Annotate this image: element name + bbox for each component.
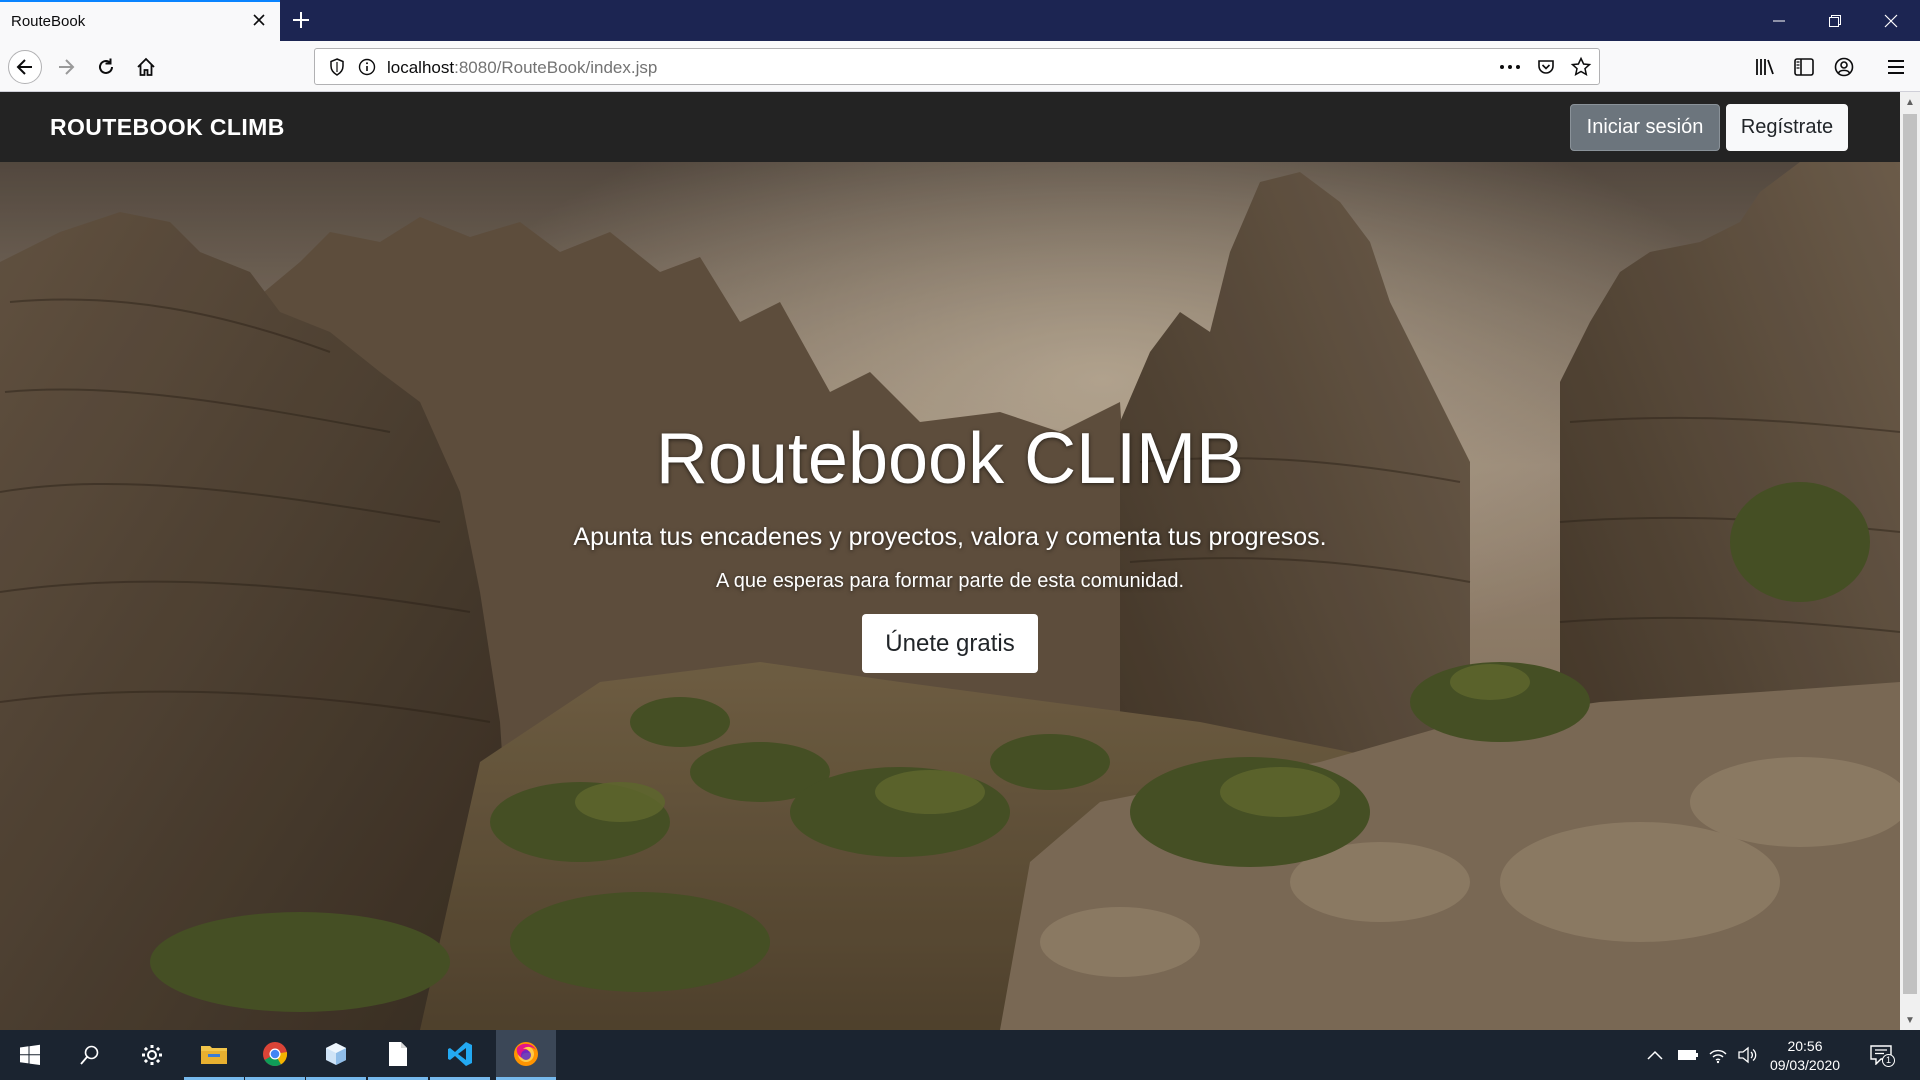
box-app-icon[interactable] <box>306 1030 366 1080</box>
account-icon[interactable] <box>1832 55 1856 79</box>
firefox-icon[interactable] <box>496 1030 556 1080</box>
document-icon[interactable] <box>368 1030 428 1080</box>
browser-toolbar: localhost:8080/RouteBook/index.jsp <box>0 41 1920 92</box>
notifications-icon[interactable]: 1 <box>1870 1044 1895 1067</box>
hero-title: Routebook CLIMB <box>655 419 1245 499</box>
shield-icon[interactable] <box>327 57 347 77</box>
minimize-icon[interactable] <box>1751 0 1807 41</box>
notification-count: 1 <box>1882 1054 1895 1067</box>
library-icon[interactable] <box>1753 55 1777 79</box>
site-navbar: ROUTEBOOK CLIMB Iniciar sesión Regístrat… <box>0 92 1900 162</box>
brand-highlight: CLIMB <box>209 114 285 140</box>
scroll-thumb[interactable] <box>1903 114 1917 994</box>
forward-icon[interactable] <box>49 50 83 84</box>
login-button[interactable]: Iniciar sesión <box>1570 104 1720 151</box>
close-window-icon[interactable] <box>1863 0 1919 41</box>
url-text[interactable]: localhost:8080/RouteBook/index.jsp <box>387 58 657 78</box>
new-tab-icon[interactable] <box>287 6 315 34</box>
search-icon[interactable] <box>60 1030 120 1080</box>
clock-time: 20:56 <box>1787 1038 1823 1054</box>
brand-name: ROUTEBOOK <box>50 114 210 140</box>
scroll-up-icon[interactable]: ▲ <box>1900 92 1920 112</box>
file-explorer-icon[interactable] <box>184 1030 244 1080</box>
page-scrollbar[interactable]: ▲ ▼ <box>1900 92 1920 1030</box>
home-icon[interactable] <box>129 50 163 84</box>
menu-icon[interactable] <box>1884 55 1908 79</box>
bookmark-star-icon[interactable] <box>1569 56 1593 78</box>
join-free-button[interactable]: Únete gratis <box>862 614 1038 673</box>
pocket-icon[interactable] <box>1534 56 1558 78</box>
vscode-icon[interactable] <box>430 1030 490 1080</box>
sidebar-icon[interactable] <box>1792 55 1816 79</box>
tab-title: RouteBook <box>11 13 86 30</box>
brand-logo-link[interactable]: ROUTEBOOK CLIMB <box>50 114 285 141</box>
show-hidden-icons-icon[interactable] <box>1644 1044 1666 1066</box>
hero-section: Routebook CLIMB Apunta tus encadenes y p… <box>0 162 1900 1030</box>
info-icon[interactable] <box>357 57 377 77</box>
battery-icon[interactable] <box>1677 1044 1699 1066</box>
url-host: localhost <box>387 58 455 77</box>
browser-tab[interactable]: RouteBook <box>0 0 280 41</box>
windows-start-icon[interactable] <box>0 1030 60 1080</box>
restore-icon[interactable] <box>1807 0 1863 41</box>
web-page: ROUTEBOOK CLIMB Iniciar sesión Regístrat… <box>0 92 1900 1030</box>
url-bar[interactable]: localhost:8080/RouteBook/index.jsp <box>314 48 1600 85</box>
system-clock[interactable]: 20:56 09/03/2020 <box>1760 1037 1850 1075</box>
settings-icon[interactable] <box>122 1030 182 1080</box>
back-icon[interactable] <box>8 50 42 84</box>
chrome-icon[interactable] <box>245 1030 305 1080</box>
close-tab-icon[interactable] <box>250 11 268 29</box>
windows-taskbar: 20:56 09/03/2020 1 <box>0 1030 1920 1080</box>
browser-tab-strip: RouteBook <box>0 0 1920 41</box>
url-path: :8080/RouteBook/index.jsp <box>454 58 658 77</box>
hero-subtitle: Apunta tus encadenes y proyectos, valora… <box>573 523 1327 551</box>
page-actions-icon[interactable] <box>1498 56 1522 78</box>
hero-content: Routebook CLIMB Apunta tus encadenes y p… <box>0 417 1900 673</box>
register-button[interactable]: Regístrate <box>1726 104 1848 151</box>
reload-icon[interactable] <box>89 50 123 84</box>
volume-icon[interactable] <box>1736 1044 1758 1066</box>
wifi-icon[interactable] <box>1707 1044 1729 1066</box>
clock-date: 09/03/2020 <box>1769 1057 1841 1073</box>
hero-tagline: A que esperas para formar parte de esta … <box>715 570 1185 592</box>
scroll-down-icon[interactable]: ▼ <box>1900 1010 1920 1030</box>
